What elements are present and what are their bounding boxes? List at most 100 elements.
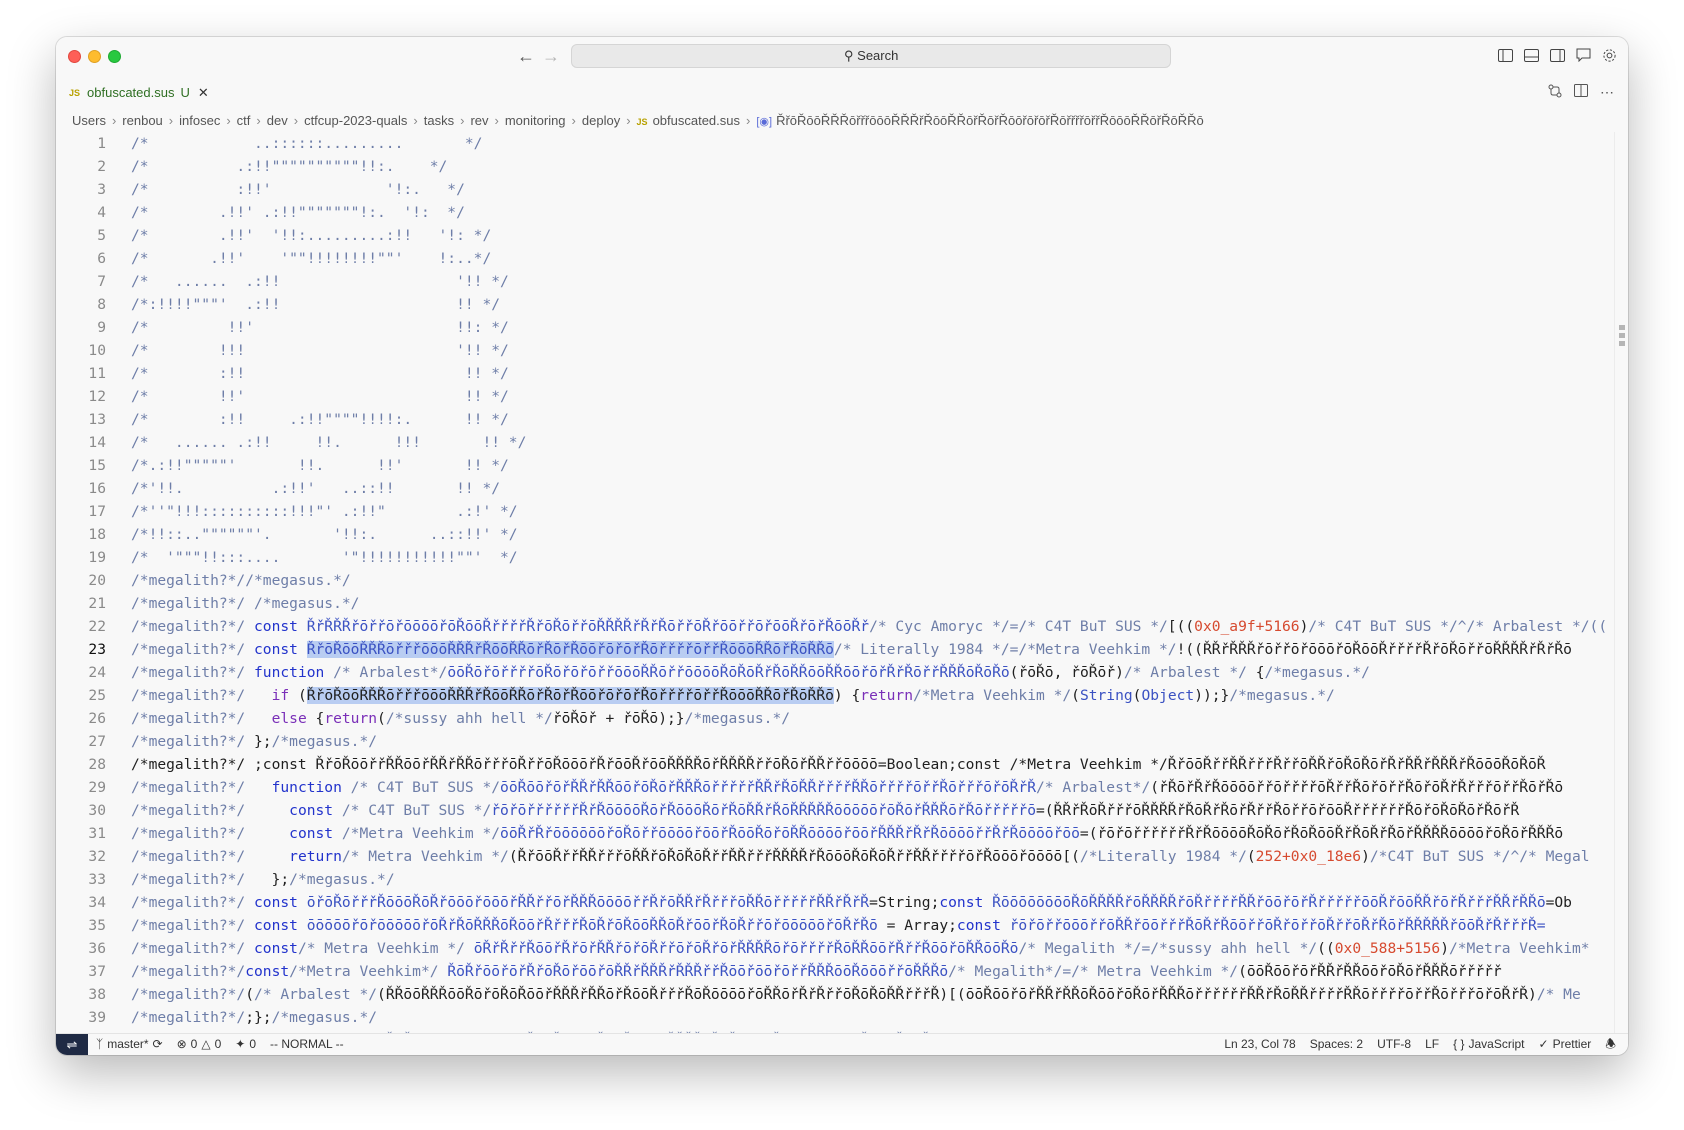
code-token: =String; <box>869 894 940 911</box>
code-text: /*.:!!"""""' !!. !!' !! */ <box>131 454 509 477</box>
sync-icon[interactable]: ⟳ <box>153 1034 163 1055</box>
chevron-right-icon: › <box>111 113 117 128</box>
close-icon[interactable]: ✕ <box>198 85 209 101</box>
notifications-bell-icon[interactable]: 🕭 <box>1605 1034 1616 1055</box>
code-token: /* Arbalest*/ <box>333 664 448 681</box>
branch-name: master* <box>107 1037 149 1051</box>
line-number: 35 <box>88 917 106 934</box>
line-number: 12 <box>88 388 106 405</box>
breadcrumb-item[interactable]: ctfcup-2023-quals <box>304 113 407 128</box>
chat-icon[interactable] <box>1574 46 1592 64</box>
code-editor[interactable]: 1 /* ..::::::......... */2 /* .:!!""""""""… <box>56 132 1614 1055</box>
encoding[interactable]: UTF-8 <box>1377 1034 1411 1055</box>
code-token: { <box>315 710 325 727</box>
language-label: JavaScript <box>1468 1037 1525 1051</box>
split-editor-icon[interactable] <box>1574 84 1588 101</box>
compare-changes-icon[interactable] <box>1548 84 1562 101</box>
code-token: /* Literally 1984 */=/*Metra Veehkim */ <box>833 641 1177 658</box>
breadcrumb-item[interactable]: infosec <box>179 113 220 128</box>
line-number: 25 <box>88 687 106 704</box>
breadcrumb-item[interactable]: Users <box>72 113 106 128</box>
code-text: /*megalith?*/ if (ŘřōŘōōŘŘŘōřřřōōōŘŘŘřŘō… <box>131 684 1335 707</box>
code-token: /*megasus.*/ <box>271 733 378 750</box>
code-text: /* !!' !!: */ <box>131 316 509 339</box>
toggle-panel-icon[interactable] <box>1522 46 1540 64</box>
code-token: /* :!!' '!:. */ <box>131 181 465 198</box>
breadcrumb-item[interactable]: tasks <box>424 113 454 128</box>
error-icon: ⊗ <box>176 1037 187 1051</box>
code-token: const <box>956 917 1010 934</box>
code-token: const <box>254 641 307 658</box>
code-text: /* '"""!!:::.... '"!!!!!!!!!!!""' */ <box>131 546 518 569</box>
toggle-secondary-sidebar-icon[interactable] <box>1548 46 1566 64</box>
chevron-right-icon: › <box>293 113 299 128</box>
problems-indicator[interactable]: ⊗ 0 △ 0 <box>177 1034 222 1055</box>
code-token: /* ..::::::......... */ <box>131 135 483 152</box>
code-text: /*!!::..""""""'. '!!:. ..::!!' */ <box>131 523 518 546</box>
breadcrumb-item[interactable]: dev <box>267 113 288 128</box>
code-text: /*megalith?*/ const/* Metra Veehkim */ ō… <box>131 937 1590 960</box>
code-token: (řŘōřŘřŘōōōōřřōřřřřōŘřřŘōřōřřŘōřōŘřŘřřřō… <box>1150 779 1564 796</box>
code-token: (( <box>1317 940 1335 957</box>
code-token: řōřōřřřřřřŘřŘōōōōŘōřŘōōōŘōřŘōŘŘřŘōŘŘŘŘŘō… <box>491 802 1036 819</box>
minimize-window-button[interactable] <box>88 50 101 63</box>
code-token: const <box>289 825 342 842</box>
code-token: ( <box>377 710 386 727</box>
code-text: /* ...... .:!! '!! */ <box>131 270 509 293</box>
gear-icon[interactable] <box>1600 46 1618 64</box>
overview-ruler[interactable] <box>1614 132 1628 1055</box>
code-text: /*megalith?*/ const /*Metra Veehkim */ōō… <box>131 822 1563 845</box>
code-token: řōřōřřōōōřřōŘŘřōōřřřŘōŘřŘōōřřōŘřōřřōŘřřō… <box>1009 917 1546 934</box>
breadcrumb-symbol[interactable]: ŘřōŘōōŘŘŘōřřřōōōŘŘŘřŘōōŘŘōřŘōřŘōōřōřōřŘō… <box>776 113 1204 128</box>
forward-arrow-icon[interactable]: → <box>542 45 560 67</box>
code-token: ) <box>1361 848 1370 865</box>
toggle-primary-sidebar-icon[interactable] <box>1496 46 1514 64</box>
line-number: 26 <box>88 710 106 727</box>
line-number: 17 <box>88 503 106 520</box>
braces-icon: { } <box>1453 1037 1465 1051</box>
line-number: 37 <box>88 963 106 980</box>
breadcrumb-item[interactable]: renbou <box>122 113 162 128</box>
zoom-window-button[interactable] <box>108 50 121 63</box>
line-number: 1 <box>97 135 106 152</box>
code-token: =(řōřōřřřřřřŘřŘōōōōŘōŘōřŘōŘōōŘřŘōŘřŘōřŘŘ… <box>1079 825 1564 842</box>
command-center-search[interactable]: ⚲ Search <box>571 44 1171 68</box>
branch-indicator[interactable]: ᛉ master* ⟳ <box>96 1034 163 1055</box>
ports-indicator[interactable]: ✦ 0 <box>235 1034 256 1055</box>
more-actions-icon[interactable]: ⋯ <box>1600 84 1614 101</box>
close-window-button[interactable] <box>68 50 81 63</box>
code-token: /*megalith?*/ <box>131 1009 246 1026</box>
code-token: ) <box>1440 940 1449 957</box>
indentation[interactable]: Spaces: 2 <box>1310 1034 1363 1055</box>
breadcrumb-file[interactable]: obfuscated.sus <box>653 113 740 128</box>
code-token: ( <box>1246 848 1256 865</box>
overview-mark <box>1619 333 1625 338</box>
warning-count: 0 <box>214 1037 222 1051</box>
line-number: 14 <box>88 434 106 451</box>
code-token: /* Megalith */=/*sussy ahh hell */ <box>1018 940 1318 957</box>
breadcrumb-item[interactable]: monitoring <box>505 113 566 128</box>
back-arrow-icon[interactable]: ← <box>517 45 535 67</box>
code-token: /* .!!' '!!:.........:!! '!: */ <box>131 227 492 244</box>
editor-window: ← → ⚲ Search JS obfuscated.sus U ✕ ⋯ Use… <box>56 37 1628 1055</box>
line-number: 29 <box>88 779 106 796</box>
line-number: 36 <box>88 940 106 957</box>
line-number: 8 <box>97 296 106 313</box>
remote-indicator-icon[interactable]: ⇌ <box>56 1034 88 1055</box>
code-token: ( <box>297 687 307 704</box>
code-token: /*megasus.*/ <box>271 1009 378 1026</box>
code-token: /* Arbalest*/ <box>1036 779 1151 796</box>
cursor-position[interactable]: Ln 23, Col 78 <box>1224 1034 1295 1055</box>
formatter[interactable]: ✓ Prettier <box>1539 1034 1592 1055</box>
code-token: /* Metra Veehkim */ <box>341 848 509 865</box>
language-mode[interactable]: { } JavaScript <box>1453 1034 1524 1055</box>
breadcrumb-item[interactable]: ctf <box>237 113 251 128</box>
tab-obfuscated-sus[interactable]: JS obfuscated.sus U ✕ <box>56 75 216 110</box>
end-of-line[interactable]: LF <box>1425 1034 1439 1055</box>
code-token: /* C4T BuT SUS */ <box>341 802 492 819</box>
breadcrumb-item[interactable]: rev <box>470 113 488 128</box>
code-token: /*megalith?*/ <box>131 848 290 865</box>
code-token: ōōŘřŘřōōōōōōřōŘōřřōōōōřōōřŘōōŘōřōŘŘōōōōř… <box>500 825 1080 842</box>
code-token: Object <box>1141 687 1195 704</box>
breadcrumb-item[interactable]: deploy <box>582 113 620 128</box>
